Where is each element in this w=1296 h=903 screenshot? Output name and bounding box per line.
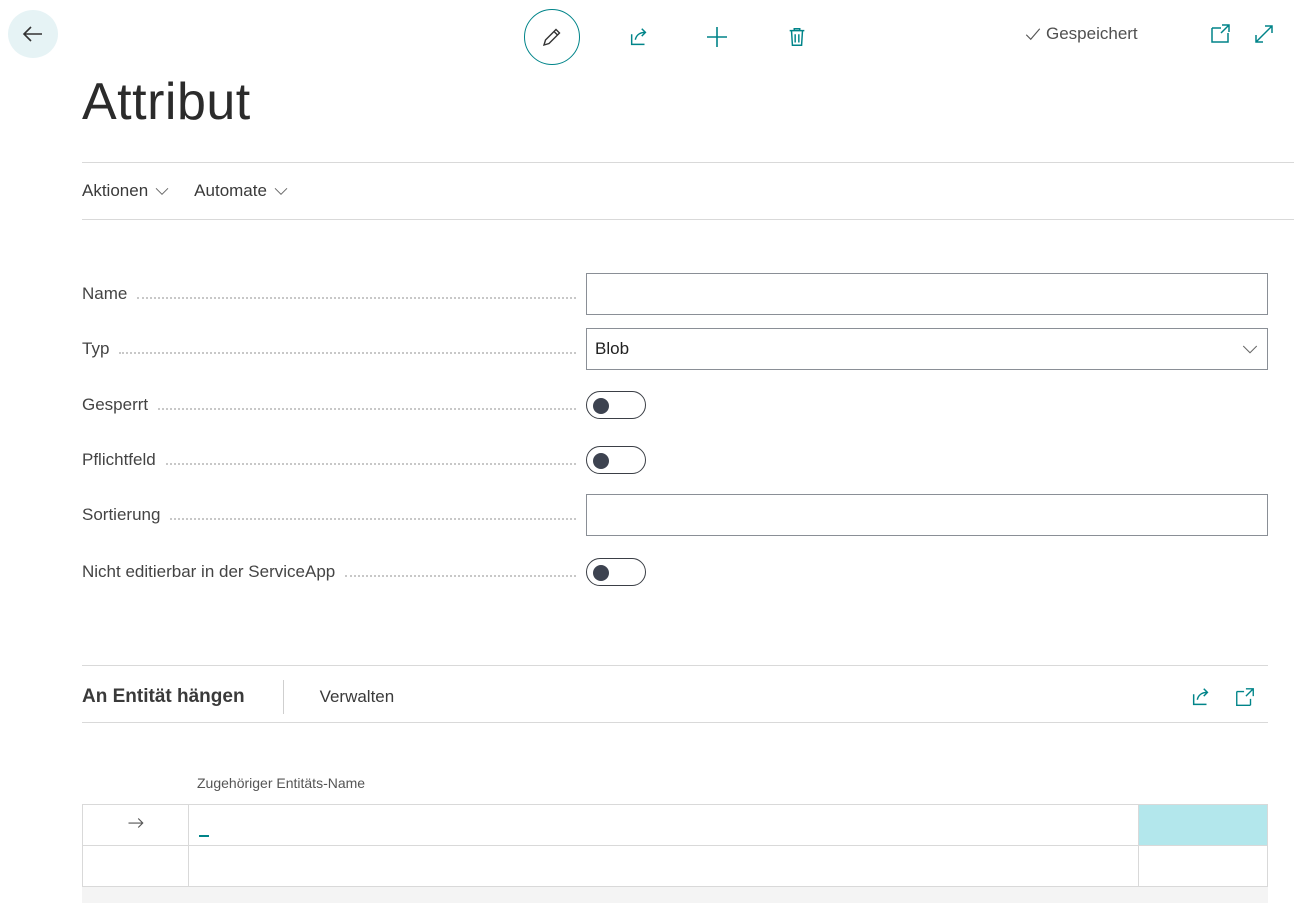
row-indicator[interactable] (82, 804, 189, 846)
trash-icon (789, 28, 805, 46)
entity-name-cell[interactable] (188, 845, 1139, 887)
chevron-down-icon (274, 187, 288, 196)
share-icon (630, 28, 647, 46)
menu-item-label: Automate (194, 181, 267, 200)
field-pflichtfeld: Pflichtfeld (82, 439, 1268, 481)
plus-icon (707, 27, 727, 47)
arrow-right-icon (128, 817, 144, 828)
menu-item-label: Aktionen (82, 181, 149, 200)
subpage-title[interactable]: An Entität hängen (82, 686, 245, 708)
field-label-sortierung: Sortierung (82, 505, 161, 524)
title-divider (82, 162, 1294, 163)
subpage-header-divider (82, 722, 1268, 723)
table-row[interactable] (82, 804, 1268, 846)
gesperrt-toggle[interactable] (586, 391, 646, 419)
save-status-label: Gespeichert (1046, 24, 1138, 43)
field-label-name: Name (82, 284, 128, 303)
field-label-gesperrt: Gesperrt (82, 395, 149, 414)
entity-name-cell[interactable] (188, 804, 1139, 846)
field-gesperrt: Gesperrt (82, 384, 1268, 426)
grid-footer (82, 887, 1268, 903)
expand-icon[interactable] (1252, 22, 1276, 46)
field-sortierung: Sortierung (82, 494, 1268, 536)
typ-selected-value: Blob (595, 339, 630, 358)
action-menu: Aktionen Automate (82, 181, 289, 201)
delete-button[interactable] (782, 22, 812, 52)
field-label-pflichtfeld: Pflichtfeld (82, 450, 156, 469)
menu-item-automate[interactable]: Automate (194, 181, 289, 201)
new-button[interactable] (702, 22, 732, 52)
share-button[interactable] (624, 22, 654, 52)
field-typ: Typ Blob (82, 328, 1268, 370)
chevron-down-icon (1242, 345, 1258, 354)
sortierung-input[interactable] (586, 494, 1268, 536)
field-nicht-editierbar: Nicht editierbar in der ServiceApp (82, 551, 1268, 593)
field-label-nicht-editierbar: Nicht editierbar in der ServiceApp (82, 562, 336, 581)
save-status: Gespeichert (1024, 24, 1138, 44)
back-button[interactable] (8, 10, 58, 58)
page-title: Attribut (82, 73, 251, 131)
field-name: Name (82, 273, 1268, 315)
subpage-top-divider (82, 665, 1268, 666)
selected-cell[interactable] (1138, 804, 1268, 846)
pflichtfeld-toggle[interactable] (586, 446, 646, 474)
field-label-typ: Typ (82, 339, 110, 358)
subpage-header: An Entität hängen Verwalten (82, 680, 1268, 714)
grid-cell[interactable] (1138, 845, 1268, 887)
share-icon[interactable] (1190, 686, 1212, 708)
window-controls (1208, 22, 1276, 46)
entity-grid (82, 804, 1268, 887)
checkmark-icon (1025, 28, 1041, 41)
menu-divider (82, 219, 1294, 220)
name-input[interactable] (586, 273, 1268, 315)
table-row[interactable] (82, 845, 1268, 887)
column-header-entity-name[interactable]: Zugehöriger Entitäts-Name (197, 775, 365, 791)
chevron-down-icon (155, 187, 169, 196)
nicht-editierbar-toggle[interactable] (586, 558, 646, 586)
typ-select[interactable]: Blob (586, 328, 1268, 370)
expand-panel-icon[interactable] (1234, 686, 1256, 708)
arrow-left-icon (22, 26, 42, 42)
edit-button[interactable] (524, 9, 580, 65)
row-indicator[interactable] (82, 845, 189, 887)
verwalten-button[interactable]: Verwalten (320, 687, 395, 707)
open-new-window-icon[interactable] (1208, 22, 1232, 46)
pencil-icon (542, 28, 561, 47)
menu-item-aktionen[interactable]: Aktionen (82, 181, 170, 201)
toolbar (524, 9, 812, 65)
